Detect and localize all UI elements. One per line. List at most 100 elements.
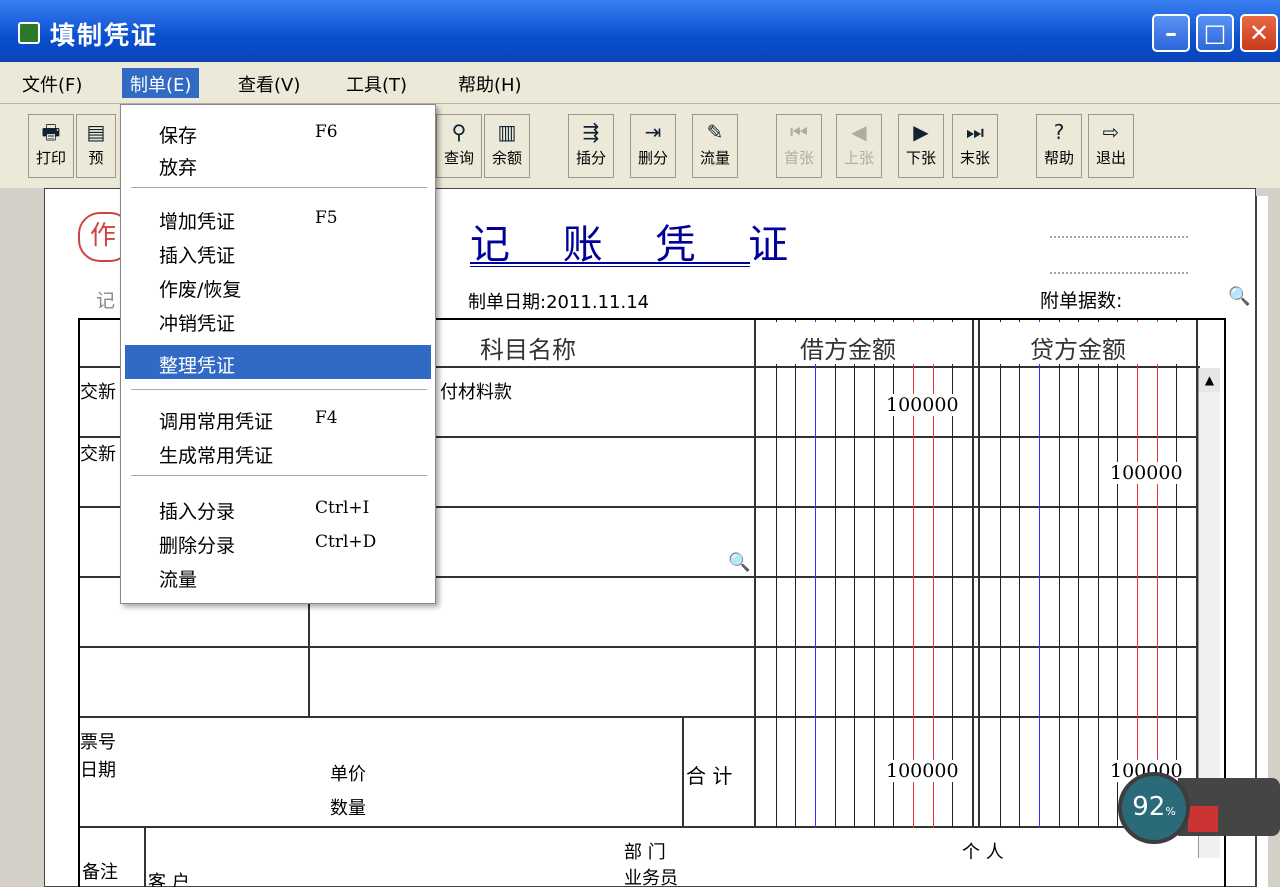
prev-page-button[interactable]: ◀ 上张 (836, 114, 882, 178)
menu-voucher[interactable]: 制单(E) (122, 68, 200, 98)
insert-split-label: 插分 (575, 149, 606, 167)
menu-tools[interactable]: 工具(T) (338, 68, 415, 98)
help-icon: ? (1053, 120, 1065, 144)
query-button[interactable]: ⚲ 查询 (436, 114, 482, 178)
attachments-label: 附单据数: (1040, 290, 1123, 312)
menu-item-use-template[interactable]: 调用常用凭证 F4 (125, 401, 431, 435)
insert-split-icon: ⇶ (582, 120, 600, 144)
exit-icon: ⇨ (1102, 120, 1120, 144)
menu-item-label: 生成常用凭证 (159, 445, 274, 467)
delete-split-icon: ⇥ (644, 120, 662, 144)
menu-item-shortcut: F5 (315, 208, 338, 228)
ledger-tick-line (1038, 320, 1040, 828)
last-page-button[interactable]: ⏭ 末张 (952, 114, 998, 178)
flow-icon: ✎ (706, 120, 724, 144)
ledger-tick-line (1097, 320, 1099, 828)
dotted-line (1050, 272, 1188, 274)
menu-item-delete-entry[interactable]: 删除分录 Ctrl+D (125, 525, 431, 559)
menu-item-insert-voucher[interactable]: 插入凭证 (125, 235, 431, 269)
ledger-tick-line (999, 320, 1001, 828)
first-page-icon: ⏮ (790, 120, 808, 144)
menu-item-insert-entry[interactable]: 插入分录 Ctrl+I (125, 491, 431, 525)
last-page-label: 末张 (959, 149, 990, 167)
menu-item-shortcut: F4 (315, 408, 338, 428)
date-label: 日期 (80, 760, 116, 781)
help-button[interactable]: ? 帮助 (1036, 114, 1082, 178)
maximize-button[interactable]: □ (1196, 14, 1234, 52)
menu-item-shortcut: F6 (315, 122, 338, 142)
total-debit: 100000 (886, 760, 959, 782)
print-label: 打印 (35, 149, 66, 167)
memory-percent: 92 (1132, 792, 1166, 822)
menu-separator (131, 187, 427, 189)
maximize-icon: □ (1203, 19, 1227, 47)
menu-help[interactable]: 帮助(H) (450, 68, 530, 98)
ledger-tick-line (814, 320, 816, 828)
header-credit-text: 贷方金额 (1030, 336, 1126, 364)
row2-credit[interactable]: 100000 (1110, 462, 1183, 484)
row1-summary[interactable]: 交新 (80, 378, 116, 404)
menu-bar: 文件(F) 制单(E) 查看(V) 工具(T) 帮助(H) (0, 62, 1280, 104)
menu-item-label: 作废/恢复 (159, 279, 242, 301)
exit-button[interactable]: ⇨ 退出 (1088, 114, 1134, 178)
scroll-up-icon[interactable]: ▲ (1199, 368, 1220, 392)
binoculars-icon: ⚲ (451, 120, 467, 144)
memory-unit: % (1165, 805, 1176, 818)
menu-item-void-restore[interactable]: 作废/恢复 (125, 269, 431, 303)
ledger-tick-line (1058, 320, 1060, 828)
menu-item-save[interactable]: 保存 F6 (125, 115, 431, 149)
ledger-tick-line (1078, 320, 1080, 828)
first-page-button[interactable]: ⏮ 首张 (776, 114, 822, 178)
row1-subject[interactable]: 付材料款 (440, 378, 512, 404)
menu-item-label: 插入凭证 (159, 245, 236, 267)
department-label: 部 门 (624, 842, 666, 863)
help-label: 帮助 (1043, 149, 1074, 167)
salesperson-label: 业务员 (624, 868, 678, 887)
insert-split-button[interactable]: ⇶ 插分 (568, 114, 614, 178)
ledger-tick-line (834, 320, 836, 828)
balance-button[interactable]: ▥ 余额 (484, 114, 530, 178)
widget-indicator (1188, 806, 1218, 832)
printer-icon: 🖶 (41, 120, 61, 144)
lookup-icon[interactable]: 🔍 (1228, 286, 1250, 307)
voucher-menu-dropdown: 保存 F6 放弃 增加凭证 F5 插入凭证 作废/恢复 冲销凭证 整理凭证 调用常用… (120, 104, 436, 604)
menu-item-add-voucher[interactable]: 增加凭证 F5 (125, 201, 431, 235)
unit-price-label: 单价 (330, 764, 366, 785)
grid-line (682, 716, 684, 826)
row1-debit[interactable]: 100000 (886, 394, 959, 416)
menu-item-discard[interactable]: 放弃 (125, 147, 431, 181)
remark-label: 备注 (82, 862, 118, 883)
menu-item-reverse-voucher[interactable]: 冲销凭证 (125, 303, 431, 337)
prev-page-label: 上张 (843, 149, 874, 167)
menu-item-flow[interactable]: 流量 (125, 559, 431, 593)
next-page-button[interactable]: ▶ 下张 (898, 114, 944, 178)
menu-file[interactable]: 文件(F) (14, 68, 90, 98)
delete-split-button[interactable]: ⇥ 删分 (630, 114, 676, 178)
delete-split-label: 删分 (637, 149, 668, 167)
window-title: 填制凭证 (50, 21, 159, 50)
app-window: 填制凭证 – □ ✕ 文件(F) 制单(E) 查看(V) 工具(T) 帮助(H)… (0, 0, 1280, 887)
minimize-button[interactable]: – (1152, 14, 1190, 52)
ledger-tick-line (775, 320, 777, 828)
menu-item-label: 调用常用凭证 (159, 411, 274, 433)
menu-item-label: 放弃 (159, 157, 198, 179)
total-label: 合 计 (686, 764, 733, 788)
performance-widget[interactable]: 92% (1118, 772, 1280, 844)
preview-button[interactable]: ▤ 预 (76, 114, 116, 178)
quantity-label: 数量 (330, 798, 366, 819)
customer-label: 客 户 (148, 872, 190, 887)
close-button[interactable]: ✕ (1240, 14, 1278, 52)
ledger-tick-line (1117, 320, 1119, 828)
print-button[interactable]: 🖶 打印 (28, 114, 74, 178)
menu-item-label: 插入分录 (159, 501, 236, 523)
menu-item-create-template[interactable]: 生成常用凭证 (125, 435, 431, 469)
menu-view[interactable]: 查看(V) (230, 68, 308, 98)
prev-page-icon: ◀ (851, 120, 867, 144)
menu-item-organize-voucher[interactable]: 整理凭证 (125, 345, 431, 379)
menu-item-shortcut: Ctrl+D (315, 532, 377, 552)
header-debit-text: 借方金额 (800, 336, 896, 364)
row2-summary[interactable]: 交新 (80, 440, 116, 466)
subject-lookup-icon[interactable]: 🔍 (728, 552, 750, 573)
flow-button[interactable]: ✎ 流量 (692, 114, 738, 178)
ticket-no-label: 票号 (80, 732, 116, 753)
